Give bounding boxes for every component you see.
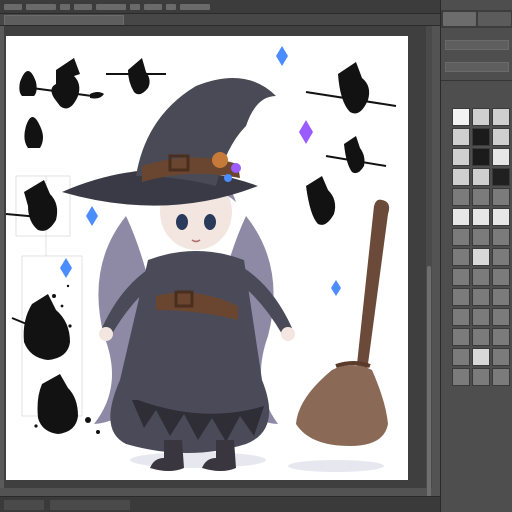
color-swatch[interactable] — [492, 208, 510, 226]
color-swatch[interactable] — [472, 288, 490, 306]
scrollbar-thumb[interactable] — [427, 266, 431, 506]
witch-artwork — [6, 46, 397, 472]
color-swatch[interactable] — [472, 208, 490, 226]
color-swatch[interactable] — [472, 188, 490, 206]
menu-item[interactable] — [74, 3, 92, 10]
color-swatch[interactable] — [472, 128, 490, 146]
color-swatch[interactable] — [492, 168, 510, 186]
document-tab[interactable] — [4, 15, 124, 25]
panel-row[interactable] — [445, 40, 509, 50]
color-swatch[interactable] — [452, 328, 470, 346]
color-swatch[interactable] — [472, 268, 490, 286]
menu-item[interactable] — [130, 3, 140, 10]
status-bar — [0, 496, 440, 512]
color-swatch[interactable] — [452, 208, 470, 226]
color-swatch[interactable] — [492, 188, 510, 206]
color-swatch[interactable] — [452, 148, 470, 166]
menu-item[interactable] — [4, 3, 22, 10]
color-swatch[interactable] — [492, 128, 510, 146]
color-swatch[interactable] — [472, 108, 490, 126]
panel-divider — [441, 80, 512, 81]
document-info — [50, 499, 130, 510]
color-swatch[interactable] — [492, 348, 510, 366]
panel-tabs — [441, 10, 512, 28]
zoom-level[interactable] — [4, 499, 44, 510]
color-swatch[interactable] — [472, 368, 490, 386]
panel-tab-1[interactable] — [443, 12, 476, 26]
color-swatch[interactable] — [492, 308, 510, 326]
color-swatch[interactable] — [472, 308, 490, 326]
color-swatch[interactable] — [492, 328, 510, 346]
canvas-vertical-scrollbar[interactable] — [426, 26, 432, 506]
menu-bar — [0, 0, 512, 14]
color-swatch[interactable] — [472, 348, 490, 366]
color-swatch[interactable] — [492, 248, 510, 266]
menu-item[interactable] — [60, 3, 70, 10]
color-swatch[interactable] — [452, 308, 470, 326]
color-swatch[interactable] — [452, 108, 470, 126]
color-swatch[interactable] — [452, 348, 470, 366]
color-swatch[interactable] — [452, 168, 470, 186]
color-swatch[interactable] — [472, 228, 490, 246]
panel-row[interactable] — [445, 62, 509, 72]
color-swatch[interactable] — [472, 248, 490, 266]
color-swatch[interactable] — [452, 128, 470, 146]
color-swatch[interactable] — [452, 248, 470, 266]
photo-editor-app — [0, 0, 512, 512]
document-tab-strip — [0, 14, 440, 26]
menu-item[interactable] — [26, 3, 56, 10]
color-swatch[interactable] — [492, 228, 510, 246]
panel-tab-2[interactable] — [478, 12, 511, 26]
menu-item[interactable] — [96, 3, 126, 10]
swatch-grid — [452, 108, 510, 386]
color-swatch[interactable] — [492, 108, 510, 126]
menu-item[interactable] — [166, 3, 176, 10]
document-canvas[interactable] — [6, 36, 408, 480]
color-swatch[interactable] — [472, 168, 490, 186]
color-swatch[interactable] — [492, 368, 510, 386]
color-swatch[interactable] — [492, 148, 510, 166]
color-swatch[interactable] — [452, 268, 470, 286]
menu-item[interactable] — [180, 3, 210, 10]
color-swatch[interactable] — [452, 188, 470, 206]
color-swatch[interactable] — [492, 288, 510, 306]
broom — [296, 199, 390, 446]
color-swatch[interactable] — [492, 268, 510, 286]
color-swatch[interactable] — [472, 148, 490, 166]
menu-item[interactable] — [144, 3, 162, 10]
color-swatch[interactable] — [452, 228, 470, 246]
left-ruler — [0, 26, 4, 488]
color-swatch[interactable] — [452, 368, 470, 386]
color-swatch[interactable] — [452, 288, 470, 306]
color-swatch[interactable] — [472, 328, 490, 346]
